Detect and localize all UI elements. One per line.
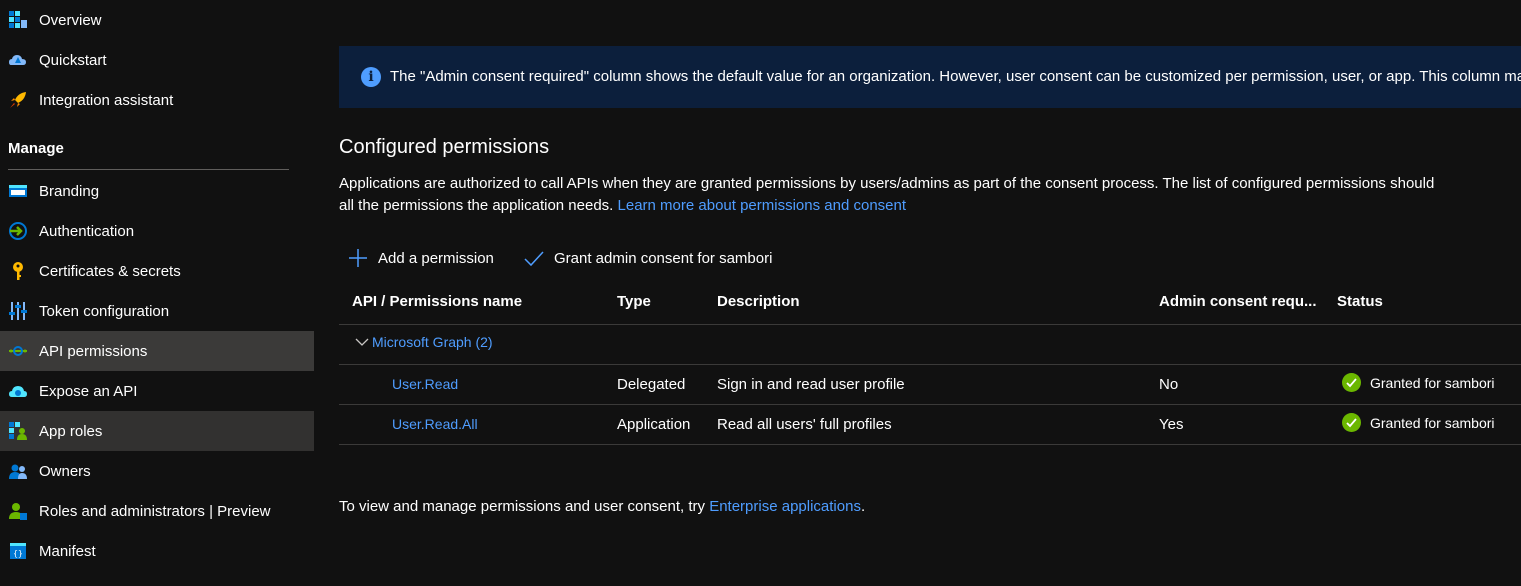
admin-consent-value: Yes [1159, 416, 1184, 433]
authentication-icon [9, 222, 27, 240]
info-banner: i The "Admin consent required" column sh… [339, 46, 1521, 108]
status-text: Granted for sambori [1370, 374, 1495, 391]
sidebar-item-manifest[interactable]: {} Manifest [0, 531, 314, 571]
column-header-api[interactable]: API / Permissions name [352, 293, 522, 310]
column-header-status[interactable]: Status [1337, 293, 1383, 310]
status-badge: Granted for sambori [1342, 373, 1495, 392]
success-check-icon [1342, 413, 1361, 432]
description-line-2: all the permissions the application need… [339, 197, 906, 214]
sidebar-item-label: Certificates & secrets [39, 262, 181, 280]
description-text: all the permissions the application need… [339, 197, 614, 214]
plus-icon [349, 249, 367, 267]
status-badge: Granted for sambori [1342, 413, 1495, 432]
footer-note: To view and manage permissions and user … [339, 498, 865, 515]
status-text: Granted for sambori [1370, 414, 1495, 431]
api-permissions-icon [9, 346, 27, 356]
row-divider [339, 404, 1521, 405]
page-title: Configured permissions [339, 136, 550, 158]
sidebar-item-label: Roles and administrators | Preview [39, 502, 271, 520]
sidebar-item-integration-assistant[interactable]: Integration assistant [0, 80, 314, 120]
learn-more-link[interactable]: Learn more about permissions and consent [618, 197, 907, 214]
manifest-icon: {} [10, 543, 26, 559]
grant-admin-consent-button[interactable]: Grant admin consent for sambori [524, 246, 772, 270]
checkmark-icon [524, 251, 544, 267]
permission-description: Read all users' full profiles [717, 416, 892, 433]
token-icon [9, 302, 27, 320]
footer-text: To view and manage permissions and user … [339, 498, 706, 515]
row-divider [339, 364, 1521, 365]
chevron-down-icon [355, 338, 369, 346]
group-label: Microsoft Graph (2) [372, 334, 493, 350]
column-header-description[interactable]: Description [717, 293, 800, 310]
sidebar-item-label: Expose an API [39, 382, 138, 400]
sidebar-item-label: Integration assistant [39, 91, 174, 109]
permission-type: Application [617, 416, 691, 433]
sidebar-item-expose-api[interactable]: Expose an API [0, 371, 314, 411]
add-permission-button[interactable]: Add a permission [348, 246, 494, 270]
sidebar-item-label: Authentication [39, 222, 135, 240]
sidebar-item-label: Quickstart [39, 51, 107, 69]
owners-icon [9, 464, 27, 479]
sidebar-item-roles-administrators[interactable]: Roles and administrators | Preview [0, 491, 314, 531]
add-permission-label: Add a permission [378, 249, 494, 267]
app-roles-icon [9, 422, 27, 440]
sidebar-item-overview[interactable]: Overview [0, 0, 314, 40]
sidebar-item-label: Overview [39, 11, 102, 29]
manage-heading: Manage [8, 140, 64, 157]
sidebar-item-label: API permissions [39, 342, 148, 360]
grant-admin-consent-label: Grant admin consent for sambori [554, 249, 773, 267]
admin-consent-value: No [1159, 376, 1179, 393]
permission-name-link[interactable]: User.Read.All [392, 416, 478, 432]
roles-icon [9, 503, 27, 520]
manage-divider [8, 169, 289, 170]
branding-icon [9, 185, 27, 197]
sidebar-item-label: Token configuration [39, 302, 170, 320]
sidebar-item-label: Owners [39, 462, 91, 480]
cloud-icon [9, 386, 27, 397]
column-header-type[interactable]: Type [617, 293, 651, 310]
sidebar-item-api-permissions[interactable]: API permissions [0, 331, 314, 371]
sidebar: Overview Quickstart Integration assistan… [0, 0, 314, 586]
enterprise-applications-link[interactable]: Enterprise applications [709, 498, 861, 515]
overview-icon [9, 11, 27, 28]
key-icon [13, 262, 23, 280]
sidebar-item-label: Branding [39, 182, 100, 200]
sidebar-item-branding[interactable]: Branding [0, 171, 314, 211]
permission-name-link[interactable]: User.Read [392, 376, 458, 392]
permission-type: Delegated [617, 376, 686, 393]
info-icon: i [361, 67, 381, 87]
sidebar-item-label: Manifest [39, 542, 96, 560]
rocket-icon [10, 92, 26, 108]
sidebar-item-app-roles[interactable]: App roles [0, 411, 314, 451]
sidebar-item-token-configuration[interactable]: Token configuration [0, 291, 314, 331]
group-row-microsoft-graph[interactable]: Microsoft Graph (2) [355, 334, 493, 350]
sidebar-item-quickstart[interactable]: Quickstart [0, 40, 314, 80]
sidebar-item-certificates-secrets[interactable]: Certificates & secrets [0, 251, 314, 291]
sidebar-item-authentication[interactable]: Authentication [0, 211, 314, 251]
row-divider [339, 444, 1521, 445]
quickstart-icon [9, 55, 26, 65]
success-check-icon [1342, 373, 1361, 392]
sidebar-item-owners[interactable]: Owners [0, 451, 314, 491]
footer-suffix: . [860, 498, 866, 515]
sidebar-item-label: App roles [39, 422, 103, 440]
header-divider [339, 324, 1521, 325]
permission-description: Sign in and read user profile [717, 376, 905, 393]
description-line-1: Applications are authorized to call APIs… [339, 175, 1435, 192]
info-text: The "Admin consent required" column show… [390, 68, 1521, 85]
column-header-admin-consent[interactable]: Admin consent requ... [1159, 293, 1317, 310]
svg-text:{}: {} [13, 549, 23, 558]
